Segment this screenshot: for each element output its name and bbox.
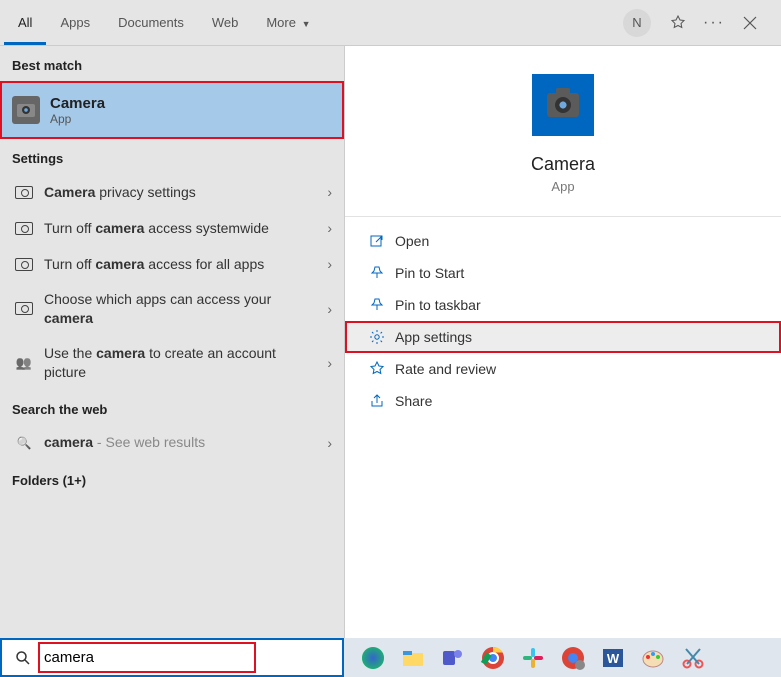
chevron-right-icon: › <box>319 301 332 317</box>
search-icon <box>12 436 36 450</box>
settings-item-account-picture[interactable]: Use the camera to create an account pict… <box>0 336 344 390</box>
action-share[interactable]: Share <box>345 385 781 417</box>
taskbar-explorer[interactable] <box>398 643 428 673</box>
tab-web[interactable]: Web <box>198 1 253 45</box>
gear-icon <box>369 329 395 345</box>
feedback-icon[interactable] <box>669 14 687 32</box>
settings-item-privacy[interactable]: Camera privacy settings › <box>0 174 344 210</box>
tab-all[interactable]: All <box>4 1 46 45</box>
action-pin-start[interactable]: Pin to Start <box>345 257 781 289</box>
share-icon <box>369 393 395 409</box>
tab-more[interactable]: More ▼ <box>252 1 324 45</box>
app-tile[interactable] <box>532 74 594 136</box>
section-folders: Folders (1+) <box>0 461 344 496</box>
pin-icon <box>369 265 395 281</box>
section-settings: Settings <box>0 139 344 174</box>
camera-icon <box>12 302 36 315</box>
people-icon <box>12 355 36 371</box>
tab-documents[interactable]: Documents <box>104 1 198 45</box>
avatar[interactable]: N <box>623 9 651 37</box>
taskbar-edge[interactable] <box>358 643 388 673</box>
search-input[interactable] <box>44 649 250 666</box>
svg-text:W: W <box>607 651 620 666</box>
taskbar-word[interactable]: W <box>598 643 628 673</box>
more-icon[interactable]: ··· <box>705 14 723 32</box>
taskbar-teams[interactable] <box>438 643 468 673</box>
best-match-result[interactable]: Camera App <box>0 81 344 139</box>
chevron-right-icon: › <box>319 220 332 236</box>
settings-item-turnoff-allapps[interactable]: Turn off camera access for all apps › <box>0 246 344 282</box>
close-icon[interactable] <box>741 14 759 32</box>
action-open[interactable]: Open <box>345 225 781 257</box>
search-icon <box>8 650 38 666</box>
search-box[interactable] <box>0 638 344 677</box>
chevron-right-icon: › <box>319 256 332 272</box>
app-subtitle: App <box>551 179 574 194</box>
camera-icon <box>12 222 36 235</box>
tab-apps[interactable]: Apps <box>46 1 104 45</box>
action-rate-review[interactable]: Rate and review <box>345 353 781 385</box>
tab-bar: All Apps Documents Web More ▼ N ··· <box>0 0 781 46</box>
settings-item-choose-apps[interactable]: Choose which apps can access your camera… <box>0 282 344 336</box>
taskbar: W <box>0 638 781 677</box>
action-pin-taskbar[interactable]: Pin to taskbar <box>345 289 781 321</box>
camera-icon <box>12 96 40 124</box>
taskbar-paint[interactable] <box>638 643 668 673</box>
pin-icon <box>369 297 395 313</box>
taskbar-snip[interactable] <box>678 643 708 673</box>
app-title: Camera <box>531 154 595 175</box>
action-app-settings[interactable]: App settings <box>345 321 781 353</box>
camera-icon <box>12 258 36 271</box>
taskbar-chrome-profile[interactable] <box>558 643 588 673</box>
chevron-right-icon: › <box>319 184 332 200</box>
section-search-web: Search the web <box>0 390 344 425</box>
section-best-match: Best match <box>0 46 344 81</box>
web-result[interactable]: camera - See web results › <box>0 425 344 461</box>
results-panel: Best match Camera App Settings Camera pr… <box>0 46 344 638</box>
preview-panel: Camera App Open Pin to Start Pin to task… <box>344 46 781 638</box>
best-match-title: Camera <box>50 95 105 112</box>
camera-icon <box>12 186 36 199</box>
chevron-right-icon: › <box>319 435 332 451</box>
taskbar-chrome[interactable] <box>478 643 508 673</box>
chevron-right-icon: › <box>319 355 332 371</box>
taskbar-slack[interactable] <box>518 643 548 673</box>
settings-item-turnoff-systemwide[interactable]: Turn off camera access systemwide › <box>0 210 344 246</box>
open-icon <box>369 233 395 249</box>
star-icon <box>369 361 395 377</box>
camera-icon <box>547 93 579 117</box>
best-match-subtitle: App <box>50 112 105 126</box>
